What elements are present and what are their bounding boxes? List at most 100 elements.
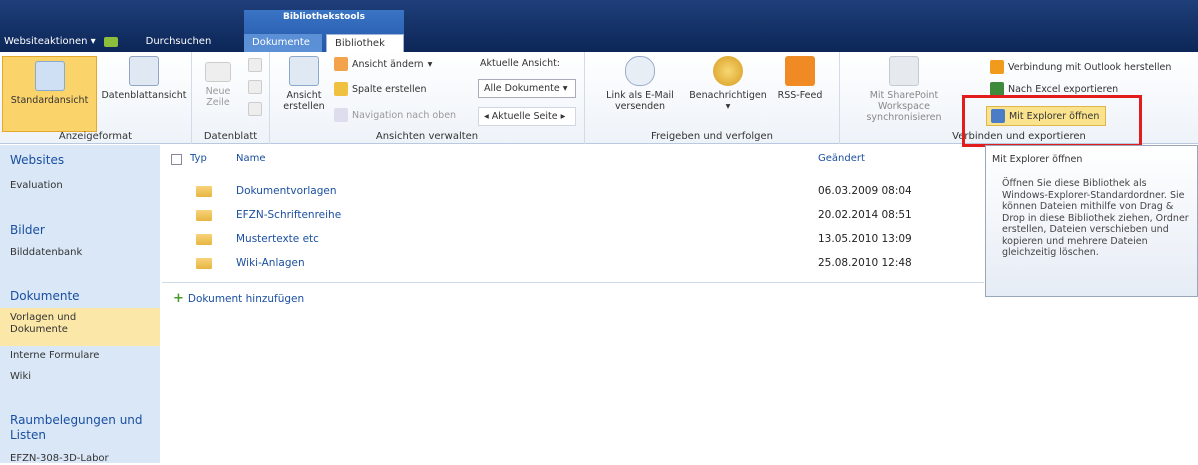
tooltip-body: Öffnen Sie diese Bibliothek als Windows-… bbox=[1002, 178, 1189, 258]
navigate-up-folder-icon bbox=[334, 108, 348, 122]
modify-view-icon bbox=[334, 57, 348, 71]
group-datasheet: Neue Zeile Datenblatt bbox=[192, 52, 270, 144]
site-actions-menu[interactable]: Websiteaktionen ▾ bbox=[4, 36, 96, 47]
export-excel-button[interactable]: Nach Excel exportieren bbox=[990, 82, 1118, 96]
row-modified: 20.02.2014 08:51 bbox=[818, 209, 912, 221]
standard-view-label: Standardansicht bbox=[10, 95, 89, 106]
create-view-label: Ansicht erstellen bbox=[283, 90, 325, 112]
modify-view-label: Ansicht ändern bbox=[352, 58, 424, 70]
sync-workspace-button[interactable]: Mit SharePoint Workspace synchronisieren bbox=[844, 56, 964, 123]
browse-tab[interactable]: Durchsuchen bbox=[146, 36, 212, 47]
nav-item-bilddatenbank[interactable]: Bilddatenbank bbox=[10, 247, 82, 259]
folder-icon bbox=[196, 186, 212, 197]
tooltip-title: Mit Explorer öffnen bbox=[992, 154, 1083, 165]
export-excel-label: Nach Excel exportieren bbox=[1008, 83, 1119, 95]
connect-outlook-button[interactable]: Verbindung mit Outlook herstellen bbox=[990, 60, 1171, 74]
excel-icon bbox=[990, 82, 1004, 96]
navigate-up-icon[interactable] bbox=[103, 36, 118, 47]
add-document-link[interactable]: + Dokument hinzufügen bbox=[173, 291, 304, 306]
sync-workspace-label: Mit SharePoint Workspace synchronisieren bbox=[866, 90, 942, 123]
table-row[interactable]: Dokumentvorlagen 06.03.2009 08:04 bbox=[162, 180, 984, 204]
navigate-up-label: Navigation nach oben bbox=[352, 109, 457, 121]
list-divider bbox=[162, 282, 984, 283]
create-column-icon bbox=[334, 82, 348, 96]
nav-item-evaluation[interactable]: Evaluation bbox=[10, 180, 63, 192]
add-document-label: Dokument hinzufügen bbox=[187, 292, 305, 305]
refresh-data-icon[interactable] bbox=[248, 102, 262, 116]
group-label-datasheet: Datenblatt bbox=[203, 131, 258, 142]
current-page-label: Aktuelle Seite bbox=[491, 111, 558, 122]
group-share-track: Link als E-Mail versenden Benachrichtige… bbox=[585, 52, 840, 144]
show-totals-icon[interactable] bbox=[248, 80, 262, 94]
chevron-down-icon: ▾ bbox=[427, 58, 433, 70]
row-modified: 06.03.2009 08:04 bbox=[818, 185, 912, 197]
row-modified: 13.05.2010 13:09 bbox=[818, 233, 912, 245]
email-link-label: Link als E-Mail versenden bbox=[606, 90, 674, 112]
datasheet-view-label: Datenblattansicht bbox=[101, 90, 187, 101]
standard-view-button[interactable]: Standardansicht bbox=[2, 56, 97, 132]
navigate-up-button[interactable]: Navigation nach oben bbox=[334, 108, 456, 122]
top-links: Websiteaktionen ▾ Durchsuchen bbox=[4, 36, 211, 47]
table-row[interactable]: Wiki-Anlagen 25.08.2010 12:48 bbox=[162, 252, 984, 276]
create-column-button[interactable]: Spalte erstellen bbox=[334, 82, 427, 96]
tab-documents[interactable]: Dokumente bbox=[244, 34, 322, 52]
nav-item-interne-formulare[interactable]: Interne Formulare bbox=[10, 350, 99, 362]
tooltip-open-explorer: Mit Explorer öffnen Öffnen Sie diese Bib… bbox=[985, 145, 1198, 297]
column-modified[interactable]: Geändert bbox=[818, 153, 865, 164]
site-actions-label: Websiteaktionen bbox=[4, 36, 88, 47]
create-view-button[interactable]: Ansicht erstellen bbox=[278, 56, 330, 112]
new-row-label: Neue Zeile bbox=[205, 86, 231, 108]
create-view-icon bbox=[289, 56, 319, 86]
row-name[interactable]: EFZN-Schriftenreihe bbox=[236, 209, 341, 221]
nav-item-vorlagen[interactable]: Vorlagen und Dokumente bbox=[10, 312, 110, 336]
folder-icon bbox=[196, 258, 212, 269]
new-row-button[interactable]: Neue Zeile bbox=[198, 62, 238, 108]
current-page-pager[interactable]: ◂ Aktuelle Seite ▸ bbox=[478, 107, 576, 126]
rss-feed-button[interactable]: RSS-Feed bbox=[775, 56, 825, 101]
group-label-views: Ansichten verwalten bbox=[375, 131, 479, 142]
rss-feed-label: RSS-Feed bbox=[777, 90, 823, 101]
nav-heading-dokumente[interactable]: Dokumente bbox=[10, 289, 80, 303]
nav-item-wiki[interactable]: Wiki bbox=[10, 371, 31, 383]
highlight-box bbox=[962, 95, 1142, 147]
alert-me-label: Benachrichtigen bbox=[689, 90, 767, 101]
plus-icon: + bbox=[173, 291, 184, 306]
table-row[interactable]: EFZN-Schriftenreihe 20.02.2014 08:51 bbox=[162, 204, 984, 228]
tab-library[interactable]: Bibliothek bbox=[326, 34, 404, 52]
email-icon bbox=[625, 56, 655, 86]
show-taskpane-icon[interactable] bbox=[248, 58, 262, 72]
row-name[interactable]: Mustertexte etc bbox=[236, 233, 319, 245]
row-name[interactable]: Wiki-Anlagen bbox=[236, 257, 305, 269]
modify-view-button[interactable]: Ansicht ändern ▾ bbox=[334, 57, 432, 71]
current-view-select[interactable]: Alle Dokumente ▾ bbox=[478, 79, 576, 98]
group-view-format: Standardansicht Datenblattansicht Anzeig… bbox=[0, 52, 192, 144]
rss-icon bbox=[785, 56, 815, 86]
group-label-share: Freigeben und verfolgen bbox=[650, 131, 773, 142]
email-link-button[interactable]: Link als E-Mail versenden bbox=[605, 56, 675, 112]
current-view-value: Alle Dokumente bbox=[484, 83, 560, 94]
nav-item-efzn-labor[interactable]: EFZN-308-3D-Labor bbox=[10, 453, 109, 465]
column-type[interactable]: Typ bbox=[190, 153, 207, 164]
alert-me-button[interactable]: Benachrichtigen ▾ bbox=[689, 56, 767, 112]
group-label-format: Anzeigeformat bbox=[58, 131, 133, 142]
nav-heading-raumbelegungen[interactable]: Raumbelegungen und Listen bbox=[10, 413, 160, 443]
datasheet-view-icon bbox=[129, 56, 159, 86]
row-name[interactable]: Dokumentvorlagen bbox=[236, 185, 336, 197]
column-name[interactable]: Name bbox=[236, 153, 266, 164]
nav-heading-websites[interactable]: Websites bbox=[10, 153, 64, 167]
connect-outlook-label: Verbindung mit Outlook herstellen bbox=[1008, 61, 1172, 73]
standard-view-icon bbox=[34, 61, 65, 91]
nav-heading-bilder[interactable]: Bilder bbox=[10, 223, 45, 237]
sync-workspace-icon bbox=[889, 56, 919, 86]
create-column-label: Spalte erstellen bbox=[352, 83, 427, 95]
quick-launch: Websites Evaluation Bilder Bilddatenbank… bbox=[0, 145, 160, 465]
datasheet-view-button[interactable]: Datenblattansicht bbox=[98, 56, 190, 101]
new-row-icon bbox=[205, 62, 231, 82]
row-modified: 25.08.2010 12:48 bbox=[818, 257, 912, 269]
folder-icon bbox=[196, 234, 212, 245]
folder-icon bbox=[196, 210, 212, 221]
outlook-icon bbox=[990, 60, 1004, 74]
table-row[interactable]: Mustertexte etc 13.05.2010 13:09 bbox=[162, 228, 984, 252]
select-all-checkbox[interactable] bbox=[171, 154, 182, 165]
alert-bell-icon bbox=[713, 56, 743, 86]
